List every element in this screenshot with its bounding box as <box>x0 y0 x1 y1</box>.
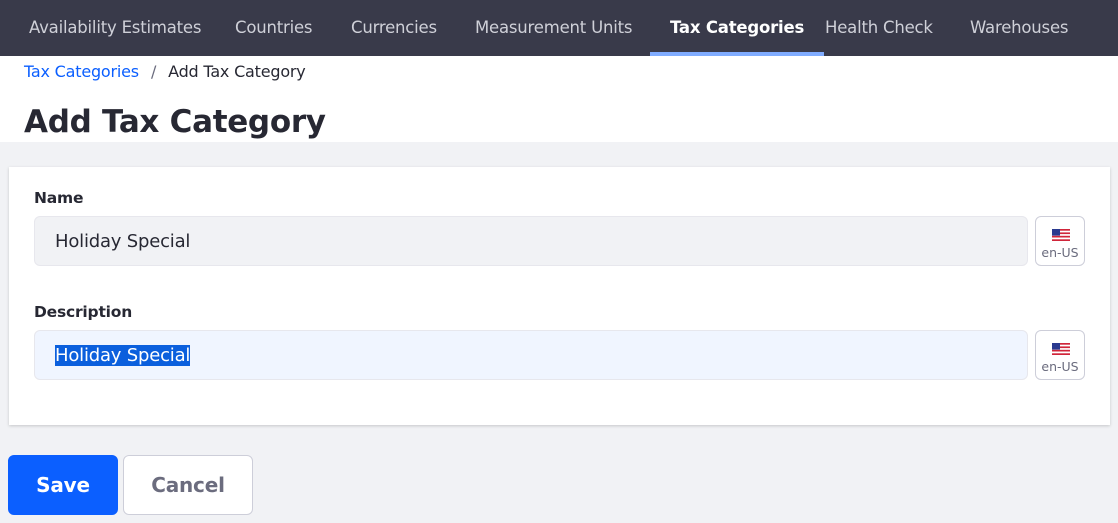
name-locale-code: en-US <box>1041 245 1079 260</box>
tab-countries[interactable]: Countries <box>235 0 313 56</box>
name-label: Name <box>34 189 84 207</box>
top-navigation-bar: Availability Estimates Countries Currenc… <box>0 0 1118 56</box>
name-input-value: Holiday Special <box>55 231 191 252</box>
page-header: Tax Categories / Add Tax Category Add Tax … <box>0 56 1118 142</box>
name-input[interactable]: Holiday Special <box>34 216 1028 266</box>
page-title: Add Tax Category <box>24 104 326 140</box>
tab-availability-estimates[interactable]: Availability Estimates <box>29 0 201 56</box>
breadcrumb-separator: / <box>150 62 157 81</box>
cancel-button[interactable]: Cancel <box>123 455 253 515</box>
description-input[interactable]: Holiday Special <box>34 330 1028 380</box>
tab-measurement-units[interactable]: Measurement Units <box>475 0 633 56</box>
save-button[interactable]: Save <box>8 455 118 515</box>
description-input-value: Holiday Special <box>55 345 191 366</box>
tab-warehouses[interactable]: Warehouses <box>970 0 1069 56</box>
us-flag-icon <box>1052 229 1070 241</box>
tab-health-check[interactable]: Health Check <box>825 0 933 56</box>
breadcrumb-link-tax-categories[interactable]: Tax Categories <box>24 62 139 81</box>
us-flag-icon <box>1052 343 1070 355</box>
tab-tax-categories[interactable]: Tax Categories <box>649 0 825 56</box>
description-locale-code: en-US <box>1041 359 1079 374</box>
breadcrumb-current: Add Tax Category <box>168 62 306 81</box>
breadcrumb: Tax Categories / Add Tax Category <box>24 62 306 81</box>
description-locale-button[interactable]: en-US <box>1035 330 1085 380</box>
tab-currencies[interactable]: Currencies <box>351 0 437 56</box>
description-label: Description <box>34 303 133 321</box>
name-locale-button[interactable]: en-US <box>1035 216 1085 266</box>
form-card: Name Holiday Special en-US Description H… <box>9 167 1110 425</box>
